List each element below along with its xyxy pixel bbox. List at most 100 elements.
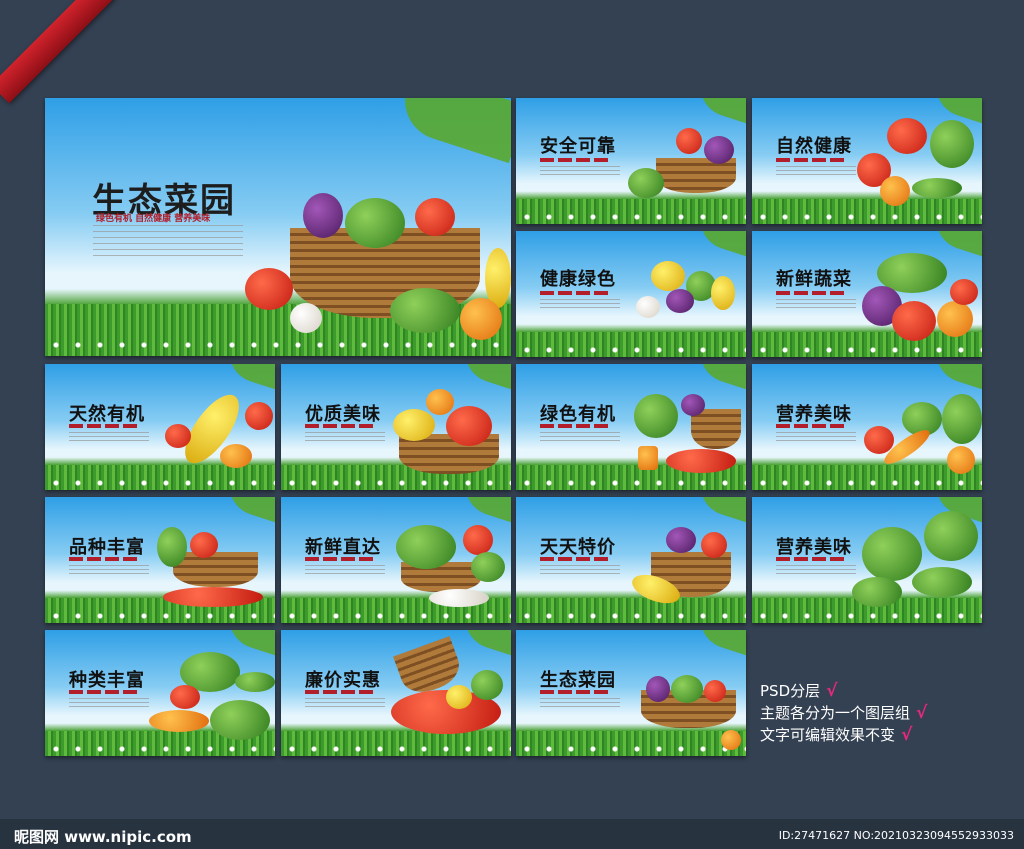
board-15: 生态菜园 (516, 630, 746, 756)
board-title: 生态菜园 (540, 670, 616, 691)
lettuce (396, 525, 456, 569)
tomatoes (163, 587, 263, 607)
board-11: 天天特价 (516, 497, 746, 623)
board-10: 新鲜直达 (281, 497, 511, 623)
note-row: 文字可编辑效果不变 √ (760, 724, 927, 746)
cucumber (235, 672, 275, 692)
board-tags (540, 690, 610, 694)
leaf-decoration (692, 364, 746, 391)
board-tags (540, 158, 610, 162)
orange (460, 298, 502, 340)
leaf-decoration (692, 98, 746, 125)
board-title: 自然健康 (776, 136, 852, 157)
corner-ribbon (0, 0, 116, 104)
carrots (149, 710, 209, 732)
board-tags (69, 424, 139, 428)
onion (937, 301, 973, 337)
eggplant (666, 289, 694, 313)
beans (912, 567, 972, 597)
grapes (303, 193, 343, 238)
board-title: 天天特价 (540, 537, 616, 558)
leaf-decoration (692, 231, 746, 258)
board-tags (540, 557, 610, 561)
pepper (190, 532, 218, 558)
beans (912, 178, 962, 198)
board-text-lines (69, 432, 149, 442)
flowers (516, 746, 746, 753)
vegetable-basket (173, 552, 258, 587)
potato (651, 261, 685, 291)
board-9: 品种丰富 (45, 497, 275, 623)
flowers (45, 746, 275, 753)
orange (947, 446, 975, 474)
pepper (446, 685, 472, 709)
tomato (415, 198, 455, 236)
broccoli (862, 527, 922, 581)
leaf-decoration (457, 497, 511, 524)
cucumber (157, 527, 187, 567)
board-title: 营养美味 (776, 404, 852, 425)
board-text-lines (540, 432, 620, 442)
flowers (516, 613, 746, 620)
green-grapes (390, 288, 460, 333)
board-tags (776, 291, 846, 295)
board-title: 新鲜蔬菜 (776, 269, 852, 290)
tomato (426, 389, 454, 415)
leaf-decoration (928, 231, 982, 258)
tomatoes (666, 449, 736, 473)
grapes (646, 676, 670, 702)
leaf-decoration (221, 630, 275, 657)
board-text-lines (69, 565, 149, 575)
pepper (950, 279, 978, 305)
notes-panel: PSD分层 √ 主题各分为一个图层组 √ 文字可编辑效果不变 √ (760, 680, 927, 746)
board-7: 绿色有机 (516, 364, 746, 490)
lettuce (942, 394, 982, 444)
leaf-decoration (457, 630, 511, 657)
board-tags (776, 424, 846, 428)
board-title: 绿色有机 (540, 404, 616, 425)
board-text-lines (776, 432, 856, 442)
vegetable-basket (656, 158, 736, 193)
main-board-subtitle: 绿色有机 自然健康 营养美味 (96, 214, 211, 224)
board-text-lines (305, 432, 385, 442)
board-text-lines (305, 565, 385, 575)
leaf-decoration (692, 497, 746, 524)
note-row: 主题各分为一个图层组 √ (760, 702, 927, 724)
pepper (220, 444, 252, 468)
flowers (281, 613, 511, 620)
eggplant (666, 527, 696, 553)
flowers (752, 214, 982, 221)
board-text-lines (776, 166, 856, 176)
board-2: 自然健康 (752, 98, 982, 224)
board-title: 廉价实惠 (305, 670, 381, 691)
orange (721, 730, 741, 750)
board-title: 营养美味 (776, 537, 852, 558)
tomato (463, 525, 493, 555)
site-logo[interactable]: 昵图网 www.nipic.com (14, 826, 192, 847)
flowers (516, 480, 746, 487)
board-12: 营养美味 (752, 497, 982, 623)
garlic (290, 303, 322, 333)
board-tags (540, 424, 610, 428)
board-text-lines (540, 698, 620, 708)
board-4: 新鲜蔬菜 (752, 231, 982, 357)
cabbage (930, 120, 974, 168)
board-tags (69, 690, 139, 694)
pepper (245, 268, 293, 310)
tomato (245, 402, 273, 430)
board-text-lines (540, 299, 620, 309)
leaf-decoration (928, 364, 982, 391)
board-text-lines (540, 166, 620, 176)
flowers (516, 347, 746, 354)
note-text: 文字可编辑效果不变 (760, 726, 896, 744)
board-1: 安全可靠 (516, 98, 746, 224)
note-row: PSD分层 √ (760, 680, 927, 702)
board-title: 品种丰富 (69, 537, 145, 558)
board-6: 优质美味 (281, 364, 511, 490)
main-board: 生态菜园 绿色有机 自然健康 营养美味 (45, 98, 511, 356)
image-id-text: ID:27471627 NO:20210323094552933033 (778, 829, 1014, 842)
note-text: PSD分层 (760, 682, 821, 700)
pepper (887, 118, 927, 154)
broccoli (345, 198, 405, 248)
check-icon: √ (916, 703, 928, 723)
